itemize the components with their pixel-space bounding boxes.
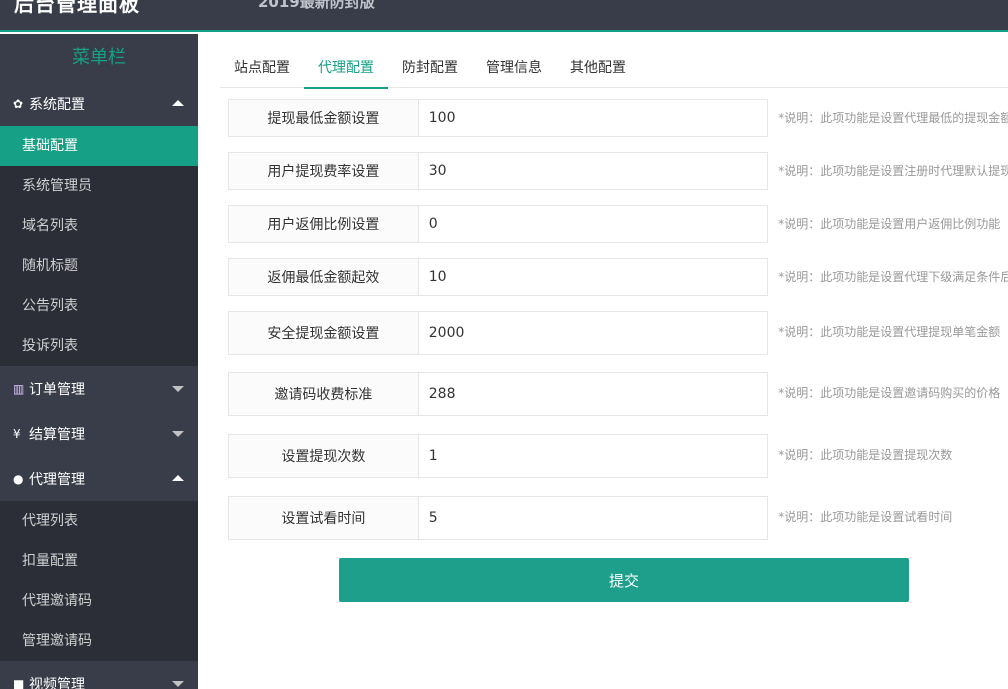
gear-icon: ✿ bbox=[13, 96, 24, 111]
form-label: 邀请码收费标准 bbox=[228, 372, 419, 416]
sidebar-item-notice-list[interactable]: 公告列表 bbox=[0, 286, 198, 326]
video-icon: ■ bbox=[13, 676, 25, 689]
form-hint: *说明：此项功能是设置提现次数 bbox=[778, 448, 953, 462]
sidebar-item-domain-list[interactable]: 域名列表 bbox=[0, 206, 198, 246]
form-row-withdraw-count: 设置提现次数 1 *说明：此项功能是设置提现次数 bbox=[228, 434, 1008, 478]
tab-other-config[interactable]: 其他配置 bbox=[556, 48, 640, 88]
form-label: 用户提现费率设置 bbox=[228, 152, 419, 190]
form-hint: *说明：此项功能是设置试看时间 bbox=[778, 510, 953, 524]
app-subtitle: 2019最新防封版 bbox=[258, 0, 375, 11]
tab-site-config[interactable]: 站点配置 bbox=[220, 48, 304, 88]
sidebar-item-system-admin[interactable]: 系统管理员 bbox=[0, 166, 198, 206]
caret-up-icon bbox=[172, 475, 184, 481]
sidebar-group-settlement[interactable]: ¥ 结算管理 bbox=[0, 411, 198, 456]
form-label: 返佣最低金额起效 bbox=[228, 258, 419, 296]
sidebar-item-basic-config[interactable]: 基础配置 bbox=[0, 126, 198, 166]
form-label: 提现最低金额设置 bbox=[228, 99, 419, 137]
withdraw-count-input[interactable]: 1 bbox=[418, 434, 769, 478]
min-withdraw-input[interactable]: 100 bbox=[418, 99, 769, 137]
form-hint: *说明：此项功能是设置代理提现单笔金额 bbox=[778, 325, 1001, 339]
sidebar-item-admin-invite-code[interactable]: 管理邀请码 bbox=[0, 621, 198, 661]
sidebar-group-label: 系统配置 bbox=[29, 96, 85, 113]
form-row-min-withdraw: 提现最低金额设置 100 *说明：此项功能是设置代理最低的提现金额 bbox=[228, 99, 1008, 137]
user-icon: ● bbox=[13, 471, 24, 486]
rebate-min-input[interactable]: 10 bbox=[418, 258, 769, 296]
caret-down-icon bbox=[172, 386, 184, 392]
sidebar-item-random-title[interactable]: 随机标题 bbox=[0, 246, 198, 286]
form-row-rebate-min: 返佣最低金额起效 10 *说明：此项功能是设置代理下级满足条件后返佣 bbox=[228, 258, 1008, 296]
form-row-rebate-ratio: 用户返佣比例设置 0 *说明：此项功能是设置用户返佣比例功能 bbox=[228, 205, 1008, 243]
form-row-trial-time: 设置试看时间 5 *说明：此项功能是设置试看时间 bbox=[228, 496, 1008, 540]
sidebar: 菜单栏 ✿ 系统配置 基础配置 系统管理员 域名列表 随机标题 公告列表 投诉列… bbox=[0, 34, 198, 689]
app-title: 后台管理面板 bbox=[14, 0, 140, 16]
form-hint: *说明：此项功能是设置代理最低的提现金额 bbox=[778, 111, 1008, 125]
sidebar-group-order-management[interactable]: ▥ 订单管理 bbox=[0, 366, 198, 411]
sidebar-group-video-management[interactable]: ■ 视频管理 bbox=[0, 661, 198, 689]
sidebar-menu-title: 菜单栏 bbox=[0, 34, 198, 81]
form-label: 设置试看时间 bbox=[228, 496, 419, 540]
top-header: 后台管理面板 2019最新防封版 bbox=[0, 0, 1008, 32]
withdraw-fee-input[interactable]: 30 bbox=[418, 152, 769, 190]
form-hint: *说明：此项功能是设置邀请码购买的价格 bbox=[778, 386, 1001, 400]
form-row-safe-withdraw: 安全提现金额设置 2000 *说明：此项功能是设置代理提现单笔金额 bbox=[228, 311, 1008, 355]
yen-icon: ¥ bbox=[13, 426, 21, 441]
submit-button[interactable]: 提交 bbox=[339, 558, 909, 602]
trial-time-input[interactable]: 5 bbox=[418, 496, 769, 540]
sidebar-group-system-config[interactable]: ✿ 系统配置 bbox=[0, 81, 198, 126]
caret-down-icon bbox=[172, 681, 184, 687]
form-label: 设置提现次数 bbox=[228, 434, 419, 478]
sidebar-submenu-system: 基础配置 系统管理员 域名列表 随机标题 公告列表 投诉列表 bbox=[0, 126, 198, 366]
safe-withdraw-input[interactable]: 2000 bbox=[418, 311, 769, 355]
sidebar-submenu-agent: 代理列表 扣量配置 代理邀请码 管理邀请码 bbox=[0, 501, 198, 661]
bar-chart-icon: ▥ bbox=[13, 381, 25, 396]
sidebar-item-agent-list[interactable]: 代理列表 bbox=[0, 501, 198, 541]
sidebar-group-label: 结算管理 bbox=[29, 426, 85, 443]
main-content: 站点配置 代理配置 防封配置 管理信息 其他配置 提现最低金额设置 100 *说… bbox=[198, 34, 1008, 689]
invite-fee-input[interactable]: 288 bbox=[418, 372, 769, 416]
caret-up-icon bbox=[172, 100, 184, 106]
tab-agent-config[interactable]: 代理配置 bbox=[304, 48, 388, 89]
sidebar-item-deduction-config[interactable]: 扣量配置 bbox=[0, 541, 198, 581]
sidebar-group-label: 代理管理 bbox=[29, 471, 85, 488]
sidebar-item-complaint-list[interactable]: 投诉列表 bbox=[0, 326, 198, 366]
form-label: 用户返佣比例设置 bbox=[228, 205, 419, 243]
form-hint: *说明：此项功能是设置注册时代理默认提现费率 bbox=[778, 164, 1008, 178]
form-label: 安全提现金额设置 bbox=[228, 311, 419, 355]
caret-down-icon bbox=[172, 431, 184, 437]
form-hint: *说明：此项功能是设置用户返佣比例功能 bbox=[778, 217, 1001, 231]
form-hint: *说明：此项功能是设置代理下级满足条件后返佣 bbox=[778, 270, 1008, 284]
sidebar-group-agent-management[interactable]: ● 代理管理 bbox=[0, 456, 198, 501]
tab-anti-block-config[interactable]: 防封配置 bbox=[388, 48, 472, 88]
form-row-withdraw-fee: 用户提现费率设置 30 *说明：此项功能是设置注册时代理默认提现费率 bbox=[228, 152, 1008, 190]
tab-bar: 站点配置 代理配置 防封配置 管理信息 其他配置 bbox=[220, 48, 1008, 89]
rebate-ratio-input[interactable]: 0 bbox=[418, 205, 769, 243]
sidebar-group-label: 视频管理 bbox=[29, 676, 85, 689]
form-row-invite-fee: 邀请码收费标准 288 *说明：此项功能是设置邀请码购买的价格 bbox=[228, 372, 1008, 416]
tab-admin-info[interactable]: 管理信息 bbox=[472, 48, 556, 88]
sidebar-group-label: 订单管理 bbox=[29, 381, 85, 398]
sidebar-item-agent-invite-code[interactable]: 代理邀请码 bbox=[0, 581, 198, 621]
